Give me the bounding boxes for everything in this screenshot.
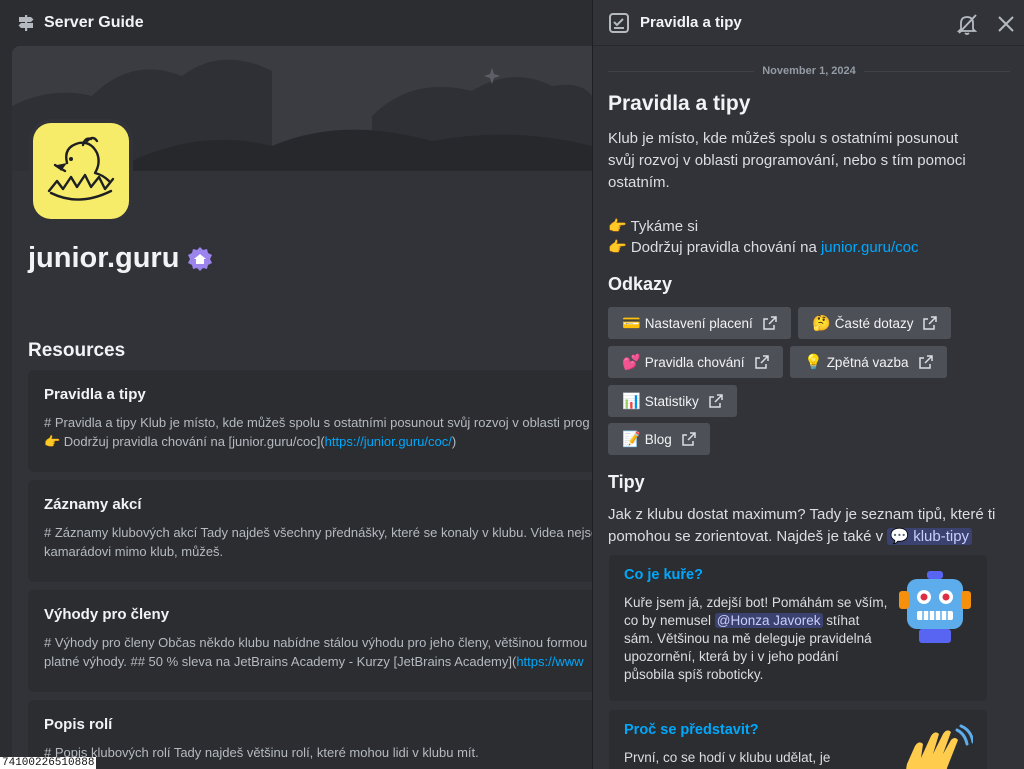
user-mention[interactable]: @Honza Javorek (714, 613, 823, 628)
resource-link[interactable]: https://www (516, 654, 583, 669)
two-hearts-icon: 💕 (622, 354, 641, 371)
embed-body: Kuře jsem já, zdejší bot! Pomáhám se vší… (624, 595, 888, 682)
signpost-icon (18, 15, 34, 31)
light-bulb-icon: 💡 (804, 354, 823, 371)
channel-header: Pravidla a tipy (593, 0, 1024, 46)
link-button-pravidla-chovani[interactable]: 💕 Pravidla chování (608, 346, 783, 378)
guild-name: junior.guru (28, 242, 180, 274)
link-button-zpetna-vazba[interactable]: 💡 Zpětná vazba (790, 346, 947, 378)
resource-preview: # Záznamy klubových akcí Tady najdeš vše… (44, 525, 592, 559)
waving-hand-icon (906, 724, 973, 769)
server-guide-header: Server Guide (0, 0, 592, 46)
tip-embed: Co je kuře? Kuře jsem já, zdejší bot! Po… (609, 555, 987, 701)
external-link-icon (763, 316, 777, 330)
external-link-icon (681, 432, 696, 446)
channel-title: Pravidla a tipy (640, 14, 742, 31)
external-link-icon (754, 355, 769, 369)
bar-chart-icon: 📊 (622, 393, 641, 410)
resource-card[interactable]: Pravidla a tipy # Pravidla a tipy Klub j… (28, 370, 592, 472)
notifications-muted-icon[interactable] (955, 12, 979, 36)
bullet-tykame: 👉 Tykáme si (608, 218, 699, 235)
community-badge-icon (188, 246, 213, 271)
resource-title: Popis rolí (44, 716, 113, 733)
embed-body: První, co se hodí v klubu udělat, je pře… (624, 750, 831, 769)
date-divider: November 1, 2024 (608, 62, 1010, 80)
link-button-blog[interactable]: 📝 Blog (608, 423, 710, 455)
coc-link[interactable]: junior.guru/coc (821, 239, 919, 256)
guild-name-row: junior.guru (28, 242, 213, 275)
external-link-icon (923, 316, 938, 330)
chick-logo-icon (47, 136, 115, 201)
thinking-face-icon: 🤔 (812, 315, 831, 332)
external-link-icon (918, 355, 933, 369)
tips-heading: Tipy (608, 472, 645, 492)
id-tooltip: 74100226510888 (0, 757, 97, 769)
resource-title: Záznamy akcí (44, 496, 142, 513)
channel-pane: Pravidla a tipy November 1, 2024 Pravidl… (592, 0, 1024, 769)
resource-title: Výhody pro členy (44, 606, 170, 623)
resource-link[interactable]: https://junior.guru/coc/ (325, 434, 452, 449)
resource-card[interactable]: Záznamy akcí # Záznamy klubových akcí Ta… (28, 480, 592, 582)
channel-mention-klub-tipy[interactable]: 💬 klub-tipy (887, 528, 973, 545)
link-button-caste-dotazy[interactable]: 🤔 Časté dotazy (798, 307, 952, 339)
resource-card[interactable]: Popis rolí # Popis klubových rolí Tady n… (28, 700, 592, 769)
link-button-statistiky[interactable]: 📊 Statistiky (608, 385, 737, 417)
resource-preview: # Výhody pro členy Občas někdo klubu nab… (44, 635, 588, 669)
resource-preview: # Pravidla a tipy Klub je místo, kde můž… (44, 415, 590, 449)
intro-text: Klub je místo, kde můžeš spolu s ostatní… (608, 130, 966, 191)
resources-heading: Resources (28, 340, 126, 361)
credit-card-icon: 💳 (622, 315, 641, 332)
message-heading: Pravidla a tipy (608, 92, 751, 115)
link-button-nastaveni-placeni[interactable]: 💳 Nastavení placení (608, 307, 791, 339)
thread-icon: 💬 (890, 528, 910, 545)
message-content: Pravidla a tipy Klub je místo, kde můžeš… (608, 92, 1008, 194)
rules-channel-icon (609, 12, 629, 33)
tip-embed: Proč se představit? První, co se hodí v … (609, 710, 987, 769)
links-heading: Odkazy (608, 274, 673, 294)
server-guide-pane: Server Guide junior.guru Resources Pravi… (0, 0, 592, 769)
guild-avatar (29, 119, 133, 223)
message-date: November 1, 2024 (762, 65, 856, 77)
resource-card[interactable]: Výhody pro členy # Výhody pro členy Obča… (28, 590, 592, 692)
robot-icon (899, 571, 971, 643)
tips-intro: Jak z klubu dostat maximum? Tady je sezn… (608, 506, 996, 545)
external-link-icon (708, 394, 723, 408)
resource-preview: # Popis klubových rolí Tady najdeš větši… (44, 745, 479, 760)
bullet-pravidla: 👉 Dodržuj pravidla chování na junior.gur… (608, 239, 919, 256)
resource-title: Pravidla a tipy (44, 386, 146, 403)
memo-icon: 📝 (622, 431, 641, 448)
guide-banner: junior.guru Resources Pravidla a tipy # … (12, 46, 592, 769)
close-icon[interactable] (994, 12, 1018, 36)
server-guide-title: Server Guide (44, 14, 144, 31)
